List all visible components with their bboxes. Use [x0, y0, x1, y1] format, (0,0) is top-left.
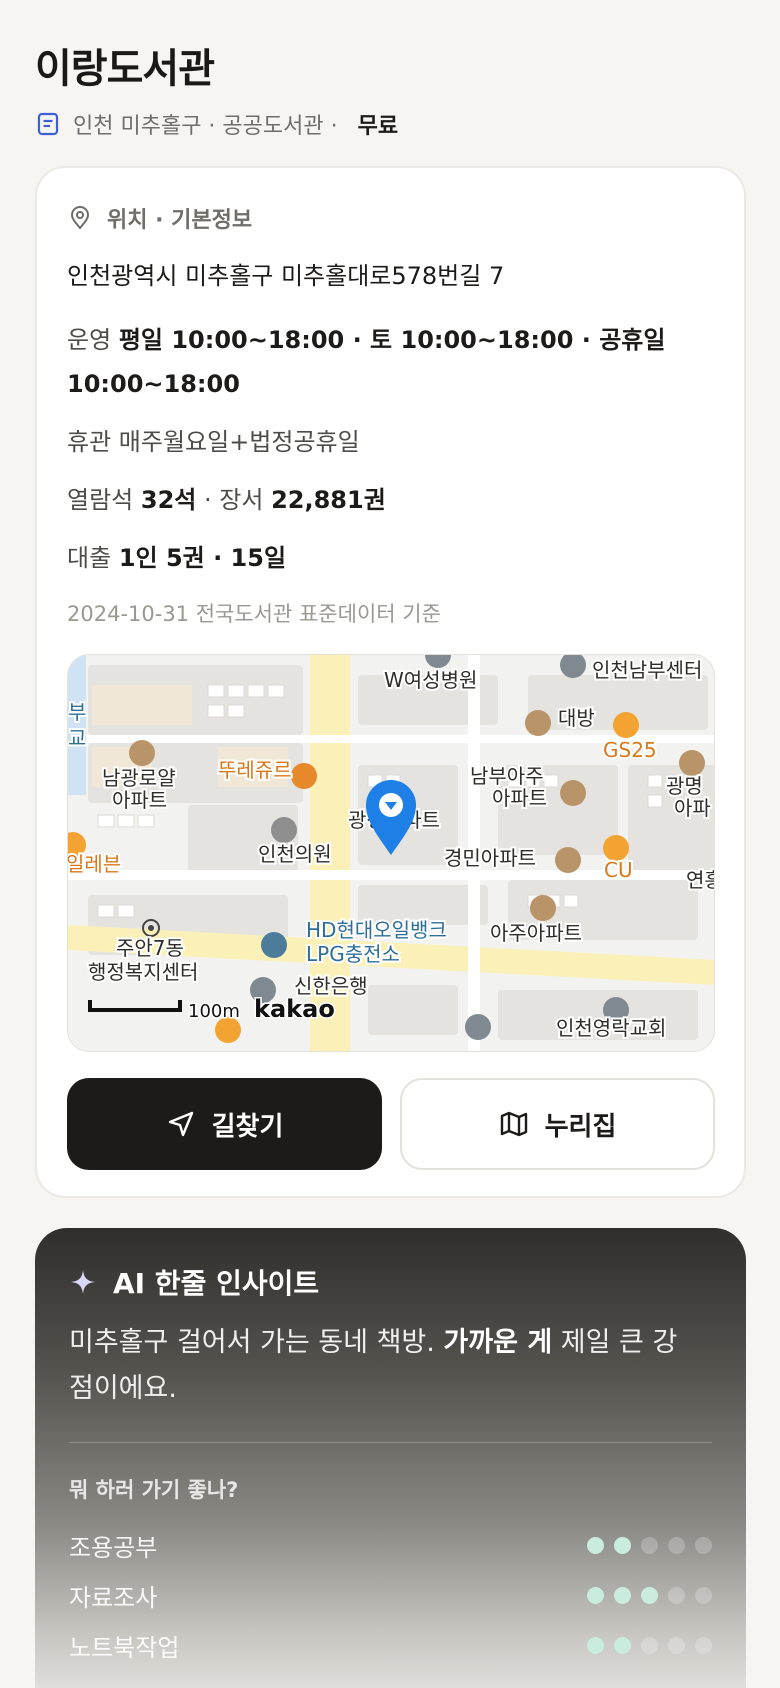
loan-policy: 대출 1인 5권 · 15일: [67, 538, 714, 573]
rating-dot: [587, 1636, 604, 1654]
map-label-yeonheung: 연흥: [686, 868, 715, 892]
website-button[interactable]: 누리집: [400, 1078, 715, 1170]
map-label-juan-2: 행정복지센터: [88, 960, 198, 984]
ai-question: 뭐 하러 가기 좋나?: [69, 1478, 239, 1502]
operating-hours: 운영 평일 10:00~18:00 · 토 10:00~18:00 · 공휴일 …: [67, 318, 714, 406]
purpose-label: 노트북작업: [69, 1633, 180, 1662]
map-view[interactable]: W여성병원 인천남부센터 대방 남광로얄 아파트 남부아주 아파트 광명 아파 …: [67, 654, 715, 1052]
ai-insight-header: AI 한줄 인사이트: [69, 1262, 319, 1302]
rating-dot: [668, 1586, 685, 1604]
ai-text-bold: 가까운 게: [443, 1327, 553, 1358]
seats-value: 32석: [140, 486, 197, 514]
purpose-item: 조용공부: [69, 1520, 712, 1570]
map-label-daebang: 대방: [558, 706, 595, 730]
rating-dot: [614, 1636, 631, 1654]
map-label-namgwang-1: 남광로얄: [102, 766, 176, 790]
map-label-nambu-apt-1: 남부아주: [470, 764, 544, 788]
website-label: 누리집: [544, 1111, 617, 1142]
map-label-cu: CU: [604, 858, 633, 882]
rating-dot: [614, 1536, 631, 1554]
books-label: · 장서: [204, 486, 264, 514]
rating-dot: [641, 1636, 658, 1654]
ai-text-before: 미추홀구 걸어서 가는 동네 책방.: [69, 1327, 444, 1358]
section-header: 위치 · 기본정보: [67, 202, 714, 234]
map-label-nambu-apt-2: 아파트: [492, 786, 547, 810]
map-scale-label: 100m: [188, 1001, 240, 1022]
map-label-namgwang-2: 아파트: [112, 788, 167, 812]
hours-value: 평일 10:00~18:00 · 토 10:00~18:00 · 공휴일 10:…: [67, 326, 666, 398]
location-pin-icon: [67, 205, 93, 231]
loan-label: 대출: [67, 544, 112, 572]
map-label-gyeongmin: 경민아파트: [444, 846, 536, 870]
data-source: 2024-10-31 전국도서관 표준데이터 기준: [67, 602, 441, 626]
map-label-tous: 뚜레쥬르: [218, 758, 292, 782]
map-label-seven-eleven: 일레븐: [68, 852, 121, 876]
rating-dots: [587, 1586, 712, 1604]
map-label-gwangmyeong-2: 아파: [674, 796, 711, 820]
rating-dots: [587, 1536, 712, 1554]
map-label-gs25: GS25: [603, 738, 657, 762]
seats-label: 열람석: [67, 486, 134, 514]
rating-dot: [641, 1586, 658, 1604]
document-icon: [35, 111, 61, 137]
library-meta: 인천 미추홀구 · 공공도서관 · 무료: [35, 108, 398, 140]
section-title: 위치 · 기본정보: [107, 208, 253, 233]
info-card: 위치 · 기본정보 인천광역시 미추홀구 미추홀대로578번길 7 운영 평일 …: [35, 166, 746, 1198]
directions-button[interactable]: 길찾기: [67, 1078, 382, 1170]
sparkle-icon: [69, 1268, 97, 1296]
seats-and-books: 열람석 32석 · 장서 22,881권: [67, 480, 714, 515]
rating-dot: [587, 1586, 604, 1604]
map-label-gwangmyeong-1: 광명: [666, 774, 703, 798]
purpose-item: 자료조사: [69, 1570, 712, 1620]
purpose-item: 노트북작업: [69, 1620, 712, 1670]
map-label-church: 인천영락교회: [556, 1016, 666, 1040]
map-label-juan-1: 주안7동: [116, 936, 184, 960]
directions-label: 길찾기: [211, 1111, 284, 1142]
rating-dot: [695, 1586, 712, 1604]
ai-insight-card: AI 한줄 인사이트 미추홀구 걸어서 가는 동네 책방. 가까운 게 제일 큰…: [35, 1228, 746, 1688]
hours-label: 운영: [67, 326, 112, 354]
rating-dot: [695, 1636, 712, 1654]
closed-days: 휴관 매주월요일+법정공휴일: [67, 428, 360, 456]
rating-dot: [668, 1536, 685, 1554]
purpose-label: 자료조사: [69, 1583, 158, 1612]
map-label-hd-oil-1: HD현대오일뱅크: [306, 918, 447, 942]
navigation-arrow-icon: [166, 1109, 196, 1139]
rating-dot: [641, 1536, 658, 1554]
loan-value: 1인 5권 · 15일: [118, 544, 287, 572]
map-label-left-edge-2: 교: [68, 726, 86, 750]
ai-purpose-list: 조용공부자료조사노트북작업: [69, 1520, 712, 1670]
rating-dot: [668, 1636, 685, 1654]
map-label-w-hospital: W여성병원: [384, 668, 477, 692]
map-brand-logo: kakao: [254, 995, 335, 1023]
map-label-incheon-clinic: 인천의원: [258, 842, 332, 866]
ai-insight-title: AI 한줄 인사이트: [113, 1267, 320, 1300]
ai-insight-text: 미추홀구 걸어서 가는 동네 책방. 가까운 게 제일 큰 강점이에요.: [69, 1320, 689, 1412]
map-icon: [499, 1109, 529, 1139]
purpose-label: 조용공부: [69, 1533, 158, 1562]
map-label-incheon-nambu: 인천남부센터: [592, 658, 702, 682]
page-title: 이랑도서관: [35, 46, 215, 92]
divider: [69, 1442, 712, 1443]
address: 인천광역시 미추홀구 미추홀대로578번길 7: [67, 262, 505, 290]
fee-badge: 무료: [357, 114, 399, 139]
rating-dots: [587, 1636, 712, 1654]
rating-dot: [587, 1536, 604, 1554]
rating-dot: [695, 1536, 712, 1554]
map-label-hd-oil-2: LPG충전소: [306, 942, 400, 966]
rating-dot: [614, 1586, 631, 1604]
map-label-left-edge-1: 부: [68, 700, 86, 724]
books-value: 22,881권: [271, 486, 386, 514]
map-label-aju-apt: 아주아파트: [490, 921, 582, 945]
location-type-text: 인천 미추홀구 · 공공도서관 ·: [73, 114, 338, 139]
